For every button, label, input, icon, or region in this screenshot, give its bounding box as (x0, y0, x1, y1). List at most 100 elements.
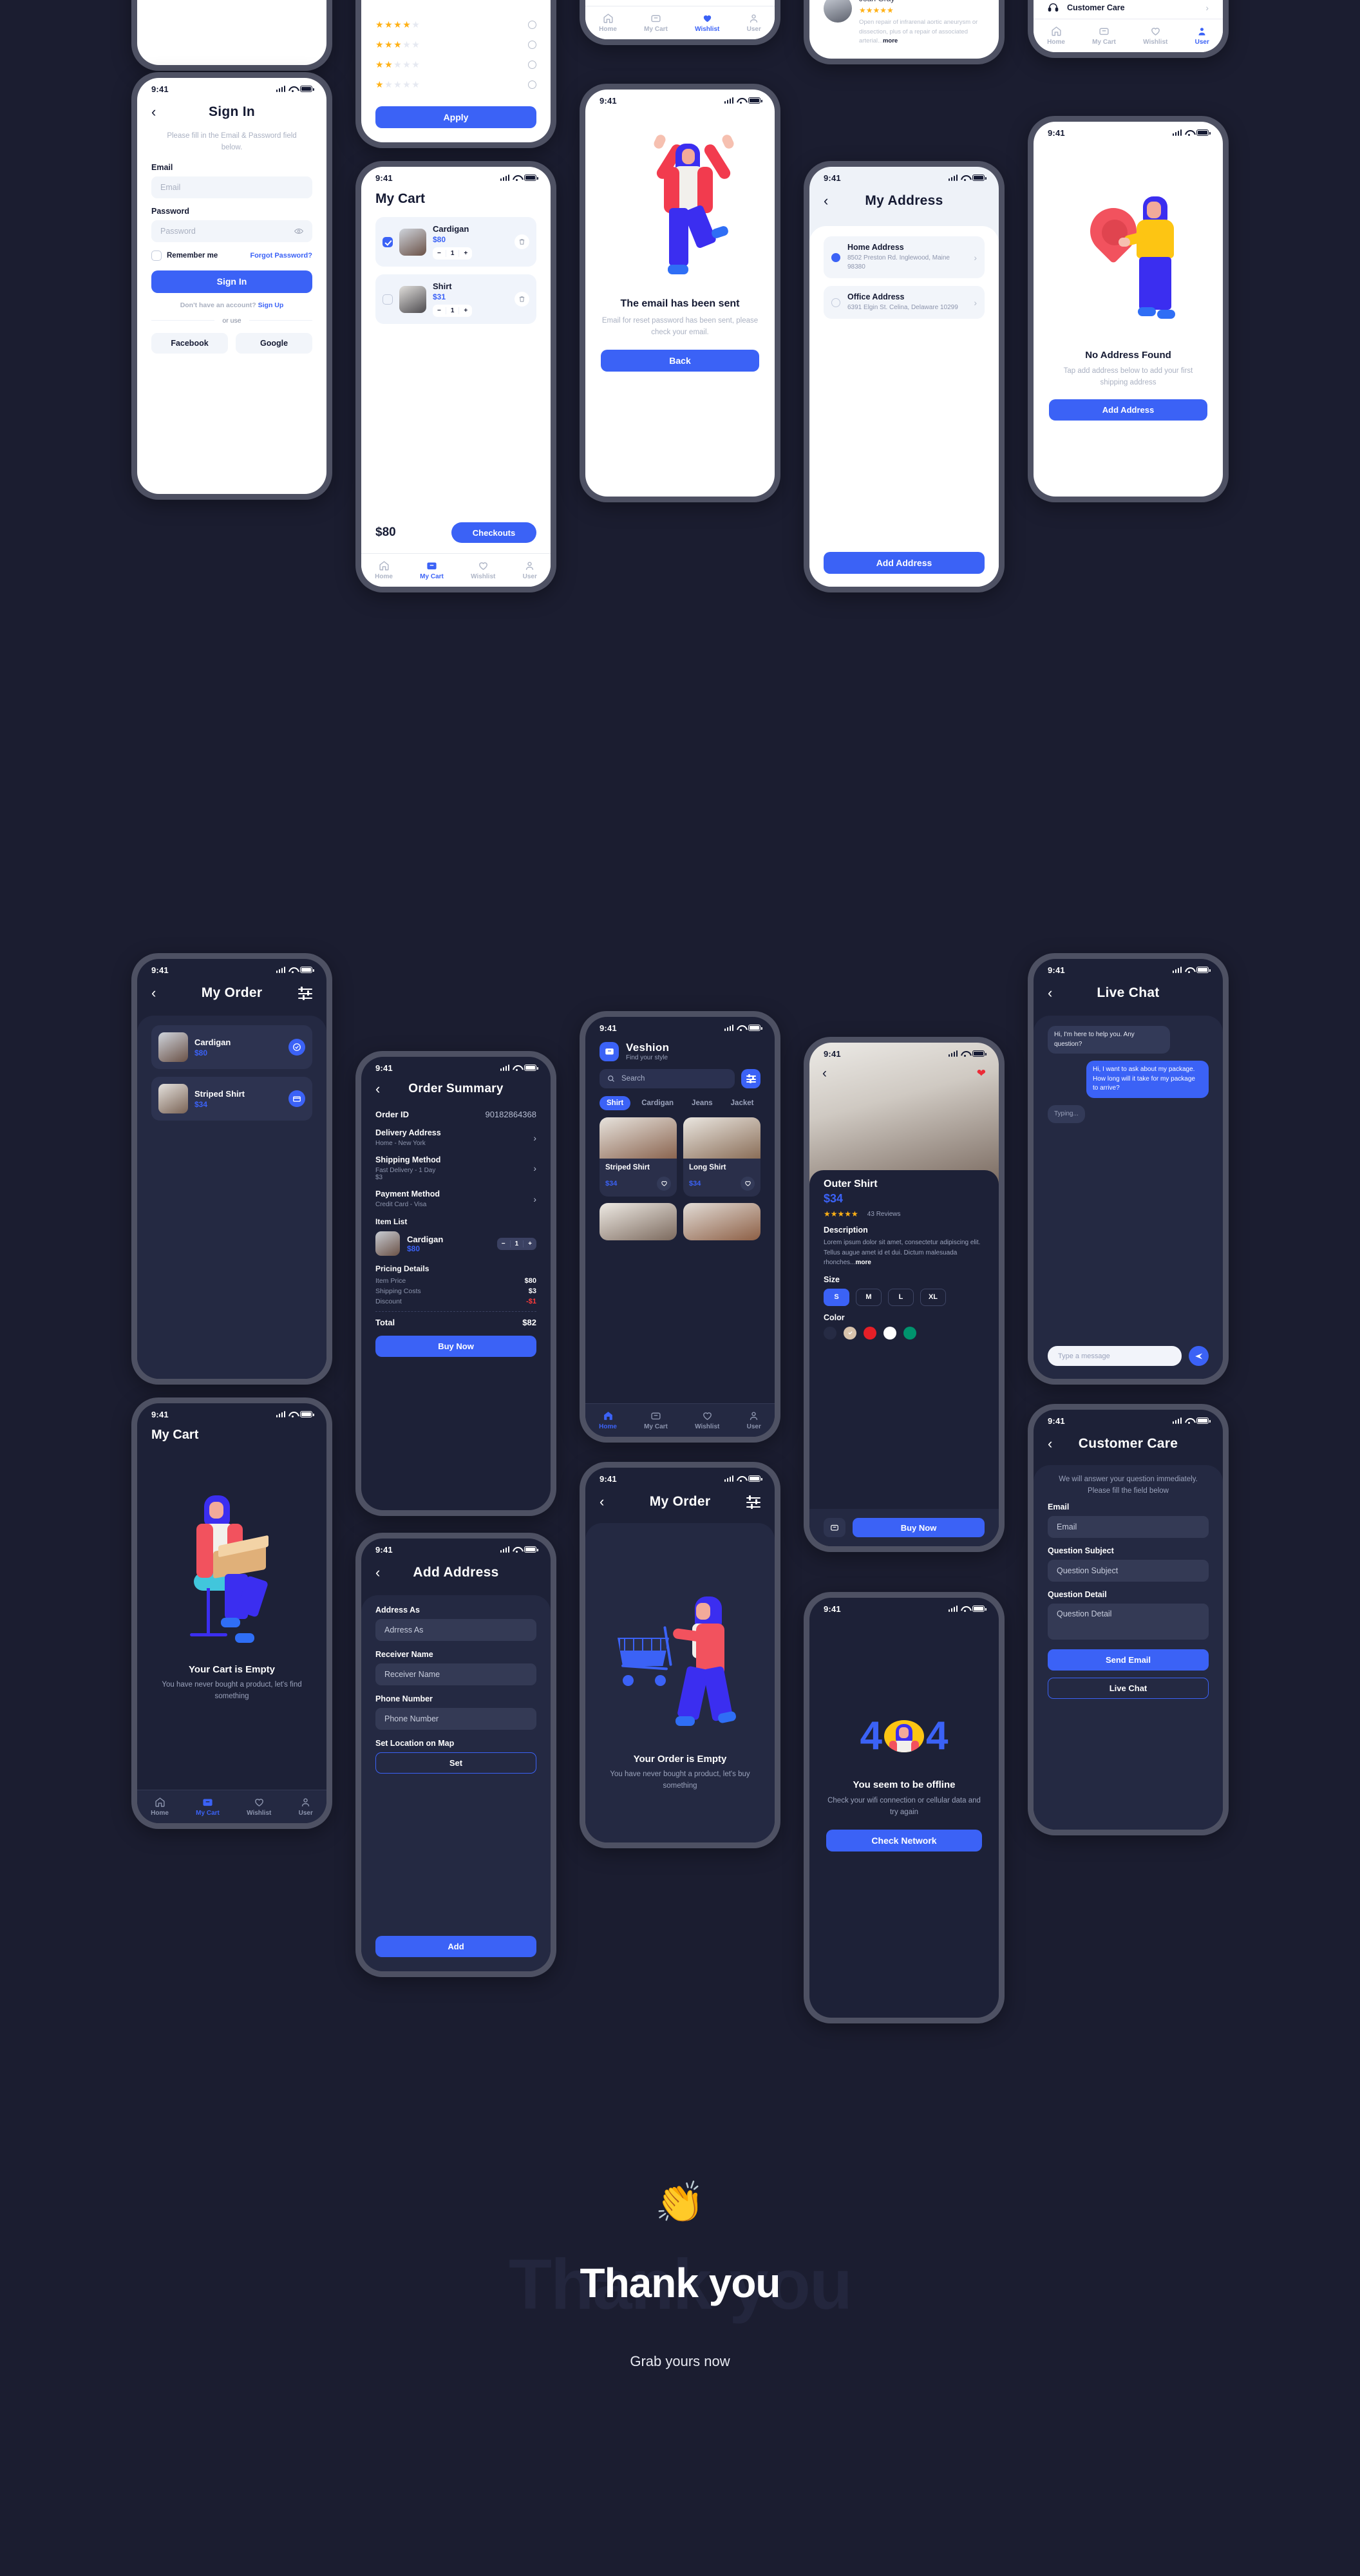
apply-button[interactable]: Apply (375, 106, 536, 128)
checkout-button[interactable]: Checkouts (451, 522, 536, 543)
subject-field[interactable]: Question Subject (1048, 1559, 1209, 1582)
buy-now-button[interactable]: Buy Now (853, 1518, 985, 1537)
quantity-stepper[interactable]: −1 + (433, 247, 473, 260)
size-option[interactable]: M (856, 1288, 882, 1306)
decrease-button[interactable]: − (433, 250, 446, 257)
size-option[interactable]: XL (920, 1288, 946, 1306)
add-button[interactable]: Add (375, 1936, 536, 1957)
tab-user[interactable]: User (1195, 26, 1209, 46)
rating-radio[interactable] (528, 80, 536, 89)
tab-home[interactable]: Home (151, 1797, 169, 1817)
tab-wishlist[interactable]: Wishlist (471, 560, 495, 580)
send-email-button[interactable]: Send Email (1048, 1649, 1209, 1671)
color-swatch[interactable] (883, 1326, 896, 1340)
address-radio[interactable] (831, 298, 840, 307)
check-network-button[interactable]: Check Network (826, 1829, 982, 1852)
rating-radio[interactable] (528, 41, 536, 49)
back-icon[interactable]: ‹ (375, 1566, 380, 1580)
increase-button[interactable]: + (459, 250, 472, 257)
color-swatch[interactable] (824, 1326, 836, 1340)
filter-icon[interactable] (746, 1495, 760, 1509)
decrease-button[interactable]: − (497, 1240, 510, 1247)
tab-wishlist[interactable]: Wishlist (695, 1410, 719, 1430)
remember-checkbox[interactable] (151, 250, 162, 261)
back-icon[interactable]: ‹ (1048, 986, 1052, 1000)
tab-wishlist[interactable]: Wishlist (695, 13, 719, 33)
category-chip[interactable]: Cardigan (634, 1096, 681, 1110)
rating-radio[interactable] (528, 21, 536, 29)
item-checkbox[interactable] (382, 236, 393, 247)
item-checkbox[interactable] (382, 294, 393, 305)
delivery-address-row[interactable]: Delivery Address Home - New York › (375, 1128, 536, 1147)
order-item[interactable]: Cardigan $80 (151, 1025, 312, 1069)
back-icon[interactable]: ‹ (1048, 1437, 1052, 1451)
back-icon[interactable]: ‹ (600, 1495, 604, 1509)
back-icon[interactable]: ‹ (151, 986, 156, 1000)
add-address-button[interactable]: Add Address (824, 552, 985, 574)
tab-home[interactable]: Home (599, 1410, 617, 1430)
back-icon[interactable]: ‹ (375, 1082, 380, 1096)
wishlist-toggle[interactable] (741, 1176, 755, 1191)
search-input[interactable]: Search (600, 1069, 735, 1088)
address-as-field[interactable]: Adrress As (375, 1619, 536, 1641)
delete-item-button[interactable] (515, 292, 529, 307)
tab-home[interactable]: Home (599, 13, 617, 33)
rating-filter-row[interactable]: ★ ★ ★ ★ ★ (375, 15, 536, 35)
tab-wishlist[interactable]: Wishlist (1143, 26, 1167, 46)
rating-radio[interactable] (528, 61, 536, 69)
detail-field[interactable]: Question Detail (1048, 1603, 1209, 1640)
color-swatch[interactable] (903, 1326, 916, 1340)
back-icon[interactable]: ‹ (824, 194, 828, 208)
tab-cart[interactable]: My Cart (420, 560, 444, 580)
password-field[interactable]: Password (151, 220, 312, 242)
product-card[interactable]: Long Shirt $34 (683, 1117, 760, 1197)
eye-icon[interactable] (294, 228, 303, 234)
order-status-badge[interactable] (288, 1090, 305, 1107)
send-button[interactable] (1189, 1346, 1209, 1366)
tab-user[interactable]: User (299, 1797, 313, 1817)
rating-filter-row[interactable]: ★ ★ ★ ★ ★ (375, 35, 536, 55)
google-button[interactable]: Google (236, 332, 312, 354)
category-chip[interactable]: Shirt (600, 1096, 631, 1110)
delete-item-button[interactable] (515, 234, 529, 249)
cart-item[interactable]: Cardigan $80 −1 + (375, 217, 536, 267)
quantity-stepper[interactable]: − 1 + (496, 1237, 536, 1250)
color-swatch[interactable] (864, 1326, 876, 1340)
buy-now-button[interactable]: Buy Now (375, 1336, 536, 1357)
increase-button[interactable]: + (459, 307, 472, 314)
order-status-badge[interactable] (288, 1039, 305, 1056)
size-option[interactable]: L (888, 1288, 914, 1306)
back-button[interactable]: Back (601, 349, 759, 372)
filter-button[interactable] (741, 1069, 760, 1088)
tab-user[interactable]: User (747, 1410, 761, 1430)
back-icon[interactable]: ‹ (151, 105, 156, 119)
color-swatch[interactable] (844, 1326, 856, 1340)
tab-cart[interactable]: My Cart (644, 1410, 668, 1430)
address-row[interactable]: Home Address 8502 Preston Rd. Inglewood, … (824, 236, 985, 278)
product-card[interactable]: Striped Shirt $34 (600, 1117, 677, 1197)
email-field[interactable]: Email (151, 176, 312, 198)
category-chip[interactable]: Jeans (685, 1096, 720, 1110)
live-chat-button[interactable]: Live Chat (1048, 1677, 1209, 1699)
increase-button[interactable]: + (524, 1240, 536, 1247)
tab-home[interactable]: Home (375, 560, 393, 580)
email-field[interactable]: Email (1048, 1515, 1209, 1538)
tab-wishlist[interactable]: Wishlist (247, 1797, 271, 1817)
filter-icon[interactable] (298, 987, 312, 1000)
size-option[interactable]: S (824, 1288, 849, 1306)
rating-filter-row[interactable]: ★ ★ ★ ★ ★ (375, 55, 536, 75)
cart-item[interactable]: Shirt $31 −1 + (375, 274, 536, 324)
order-item[interactable]: Striped Shirt $34 (151, 1077, 312, 1121)
shipping-method-row[interactable]: Shipping Method Fast Delivery - 1 Day $3… (375, 1155, 536, 1181)
set-location-button[interactable]: Set (375, 1752, 536, 1774)
address-radio[interactable] (831, 252, 840, 262)
tab-cart[interactable]: My Cart (644, 13, 668, 33)
add-address-button[interactable]: Add Address (1049, 399, 1207, 421)
favorite-icon[interactable]: ❤ (977, 1067, 986, 1080)
forgot-password-link[interactable]: Forgot Password? (250, 252, 312, 260)
address-row[interactable]: Office Address 6391 Elgin St. Celina, Del… (824, 286, 985, 319)
category-chip[interactable]: Jacket (724, 1096, 761, 1110)
product-card[interactable] (600, 1202, 677, 1240)
back-icon[interactable]: ‹ (822, 1066, 827, 1081)
receiver-name-field[interactable]: Receiver Name (375, 1663, 536, 1685)
